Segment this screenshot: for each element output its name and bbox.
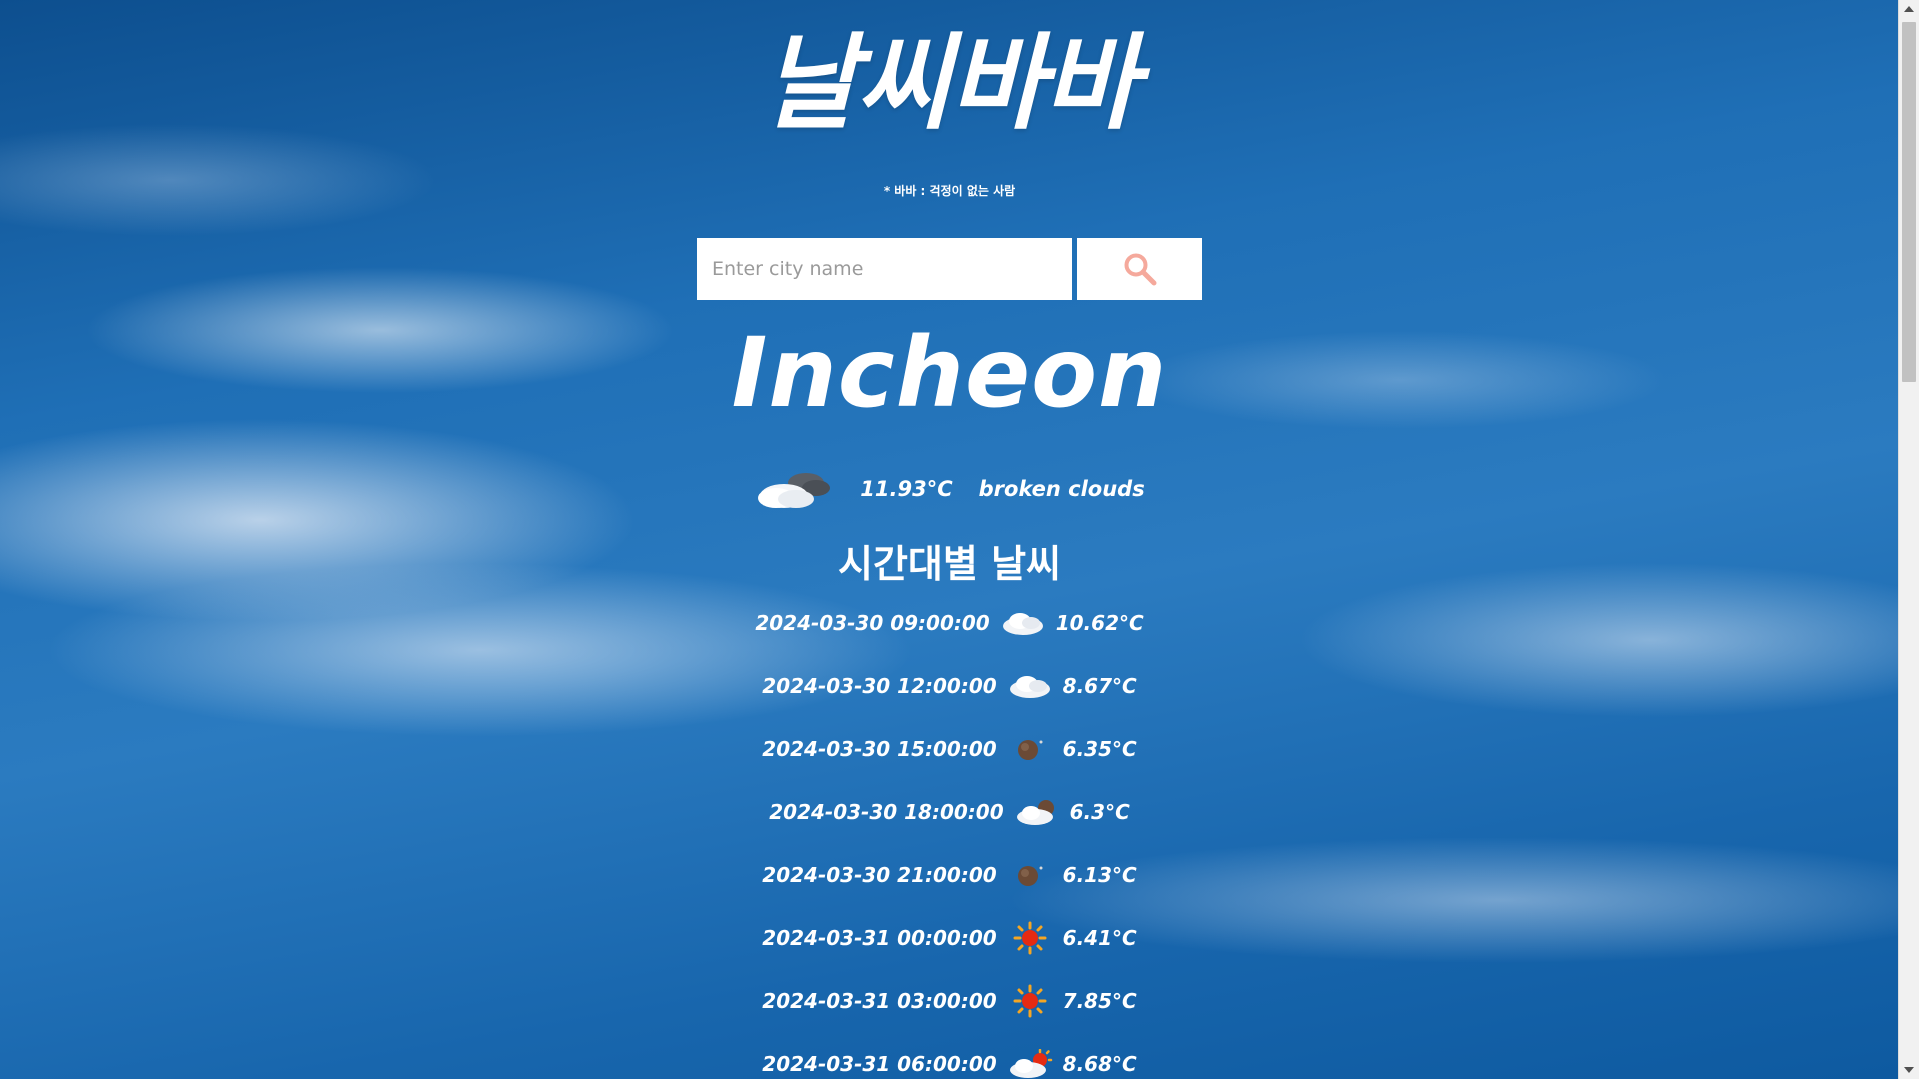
clear-night-icon (1007, 728, 1053, 770)
hourly-time: 2024-03-30 21:00:00 (762, 863, 997, 887)
hourly-time: 2024-03-30 09:00:00 (755, 611, 990, 635)
hourly-time: 2024-03-31 03:00:00 (762, 989, 997, 1013)
hourly-time: 2024-03-30 15:00:00 (762, 737, 997, 761)
hourly-forecast-list: 2024-03-30 09:00:00 10.62°C 2024-03-30 1… (0, 602, 1899, 1079)
overcast-clouds-icon (1000, 602, 1046, 644)
clear-night-icon (1007, 854, 1053, 896)
scroll-down-arrow-icon[interactable] (1904, 1067, 1914, 1073)
hourly-temp: 10.62°C (1055, 611, 1144, 635)
hourly-temp: 7.85°C (1062, 989, 1137, 1013)
hourly-heading: 시간대별 날씨 (838, 542, 1061, 586)
hourly-temp: 8.67°C (1062, 674, 1137, 698)
search-button[interactable] (1077, 238, 1202, 300)
clear-sun-icon (1007, 980, 1053, 1022)
current-temperature: 11.93°C (860, 477, 953, 501)
scroll-up-arrow-icon[interactable] (1904, 6, 1914, 12)
hourly-item: 2024-03-31 06:00:00 8.68°C (0, 1043, 1899, 1079)
broken-clouds-night-icon (1014, 791, 1060, 833)
hourly-item: 2024-03-30 15:00:00 6.35°C (0, 728, 1899, 791)
clear-sun-icon (1007, 917, 1053, 959)
city-name: Incheon (731, 317, 1168, 429)
city-search-input[interactable] (697, 238, 1072, 300)
broken-clouds-icon (754, 466, 834, 512)
hourly-item: 2024-03-30 18:00:00 6.3°C (0, 791, 1899, 854)
app-subtitle: * 바바 : 걱정이 없는 사람 (883, 184, 1016, 198)
search-icon (1123, 252, 1157, 286)
hourly-temp: 6.35°C (1062, 737, 1137, 761)
hourly-temp: 6.13°C (1062, 863, 1137, 887)
vertical-scrollbar[interactable] (1898, 0, 1919, 1079)
hourly-item: 2024-03-30 21:00:00 6.13°C (0, 854, 1899, 917)
search-bar (697, 238, 1202, 300)
hourly-item: 2024-03-30 09:00:00 10.62°C (0, 602, 1899, 665)
hourly-time: 2024-03-30 18:00:00 (769, 800, 1004, 824)
app-title: 날씨바바 (762, 22, 1139, 144)
scrollbar-thumb[interactable] (1902, 22, 1916, 382)
hourly-time: 2024-03-30 12:00:00 (762, 674, 997, 698)
hourly-time: 2024-03-31 00:00:00 (762, 926, 997, 950)
hourly-time: 2024-03-31 06:00:00 (762, 1052, 997, 1076)
overcast-clouds-icon (1007, 665, 1053, 707)
hourly-item: 2024-03-31 00:00:00 6.41°C (0, 917, 1899, 980)
current-description: broken clouds (978, 477, 1145, 501)
hourly-item: 2024-03-30 12:00:00 8.67°C (0, 665, 1899, 728)
hourly-item: 2024-03-31 03:00:00 7.85°C (0, 980, 1899, 1043)
hourly-temp: 6.3°C (1069, 800, 1130, 824)
hourly-temp: 6.41°C (1062, 926, 1137, 950)
hourly-temp: 8.68°C (1062, 1052, 1137, 1076)
current-weather: 11.93°C broken clouds (0, 466, 1899, 512)
few-clouds-sun-icon (1007, 1043, 1053, 1079)
